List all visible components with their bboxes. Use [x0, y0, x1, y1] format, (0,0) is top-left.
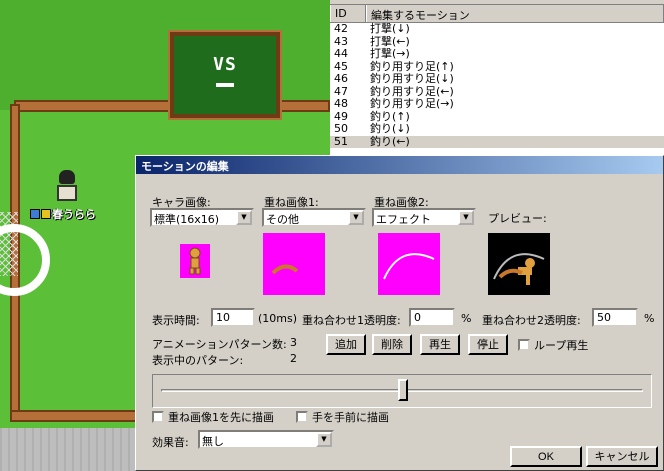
chara-image-select[interactable]: 標準(16x16) ▼	[150, 208, 254, 227]
combined-sprite-icon	[493, 253, 545, 285]
overlay1-preview	[263, 233, 325, 295]
overlay1-alpha-input[interactable]: 0	[409, 308, 455, 327]
swing-effect-icon	[383, 253, 435, 280]
sound-select[interactable]: 無し ▼	[198, 430, 334, 449]
player-head	[59, 170, 75, 184]
display-time-unit: (10ms)	[258, 312, 298, 325]
motion-id: 46	[334, 72, 348, 85]
overlay2-alpha-input[interactable]: 50	[592, 308, 638, 327]
dialog-title[interactable]: モーションの編集	[136, 156, 663, 174]
motion-list-row[interactable]: 46 釣り用すり足(↓)	[330, 73, 664, 86]
preview-label: プレビュー:	[488, 212, 547, 225]
overlay2-preview	[378, 233, 440, 295]
column-header-id[interactable]: ID	[330, 5, 366, 22]
grass-field	[0, 0, 330, 110]
motion-name: 打撃(→)	[370, 47, 410, 60]
ok-button[interactable]: OK	[510, 446, 582, 467]
pattern-count-label: アニメーションパターン数:	[152, 338, 287, 351]
overlay2-alpha-label: 重ね合わせ2透明度:	[482, 314, 581, 327]
center-circle	[0, 224, 50, 296]
motion-name: 釣り(↑)	[370, 109, 410, 123]
chevron-down-icon[interactable]: ▼	[458, 210, 474, 225]
overlay1-select[interactable]: その他 ▼	[262, 208, 366, 227]
scoreboard-dash	[216, 83, 234, 87]
fence-horizontal-right	[278, 100, 330, 112]
scoreboard: VS	[168, 30, 282, 120]
shield-icon	[41, 209, 51, 219]
motion-name: 釣り(↓)	[370, 122, 410, 135]
motion-name: 打撃(↓)	[370, 22, 410, 35]
combined-preview	[488, 233, 550, 295]
motion-list-row[interactable]: 42 打撃(↓)	[330, 23, 664, 36]
motion-list-rows: 42 打撃(↓) 43 打撃(←) 44 打撃(→) 45 釣り用すり足(↑) 46 釣り用すり足…	[330, 23, 664, 148]
motion-list[interactable]: ID 編集するモーション 42 打撃(↓) 43 打撃(←) 44 打撃(→) 45 釣り用す…	[330, 4, 664, 162]
bat-sprite-icon	[271, 264, 299, 275]
motion-name: 釣り用すり足(↓)	[370, 72, 454, 85]
chevron-down-icon[interactable]: ▼	[348, 210, 364, 225]
motion-id: 42	[334, 22, 348, 35]
team-icon	[30, 209, 40, 219]
overlay2-alpha-percent: %	[644, 312, 655, 325]
sound-label: 効果音:	[152, 436, 189, 449]
loop-play-label: ループ再生	[534, 339, 589, 352]
motion-list-header: ID 編集するモーション	[330, 5, 664, 23]
motion-list-row[interactable]: 51 釣り(←)	[330, 134, 664, 148]
cancel-button[interactable]: キャンセル	[586, 446, 658, 467]
motion-edit-dialog: モーションの編集 キャラ画像: 標準(16x16) ▼ 重ね画像1: その他 ▼…	[135, 155, 664, 471]
chevron-down-icon[interactable]: ▼	[316, 432, 332, 447]
motion-list-row[interactable]: 50 釣り(↓)	[330, 123, 664, 136]
player-nameplate: 春うらら	[30, 206, 96, 222]
motion-name: 釣り用すり足(→)	[370, 97, 454, 110]
hand-front-box[interactable]	[296, 411, 308, 423]
hand-front-checkbox[interactable]: 手を手前に描画	[296, 409, 389, 425]
stop-button[interactable]: 停止	[468, 334, 508, 355]
add-button[interactable]: 追加	[326, 334, 366, 355]
pattern-slider[interactable]	[152, 374, 652, 408]
motion-id: 51	[334, 134, 348, 148]
overlay2-select[interactable]: エフェクト ▼	[372, 208, 476, 227]
motion-id: 44	[334, 47, 348, 60]
chara-image-preview	[180, 244, 210, 278]
sound-value: 無し	[202, 435, 224, 448]
pattern-count-value: 3	[290, 336, 297, 349]
fence-horizontal	[14, 100, 174, 112]
display-time-label: 表示時間:	[152, 314, 200, 327]
player-name: 春うらら	[52, 208, 96, 221]
draw-overlay1-first-label: 重ね画像1を先に描画	[168, 411, 274, 424]
overlay1-alpha-label: 重ね合わせ1透明度:	[302, 314, 401, 327]
current-pattern-label: 表示中のパターン:	[152, 354, 244, 367]
motion-name: 釣り(←)	[370, 134, 410, 148]
scoreboard-text: VS	[213, 54, 237, 75]
overlay1-alpha-percent: %	[461, 312, 472, 325]
draw-overlay1-first-checkbox[interactable]: 重ね画像1を先に描画	[152, 409, 274, 425]
draw-overlay1-first-box[interactable]	[152, 411, 164, 423]
motion-list-row[interactable]: 48 釣り用すり足(→)	[330, 98, 664, 111]
column-header-name[interactable]: 編集するモーション	[366, 5, 664, 22]
chevron-down-icon[interactable]: ▼	[236, 210, 252, 225]
slider-thumb[interactable]	[398, 379, 408, 401]
current-pattern-value: 2	[290, 352, 297, 365]
motion-list-row[interactable]: 44 打撃(→)	[330, 48, 664, 61]
hand-front-label: 手を手前に描画	[312, 411, 389, 424]
loop-play-checkbox[interactable]: ループ再生	[518, 337, 588, 353]
player-body	[57, 185, 77, 201]
loop-play-checkbox-box[interactable]	[518, 339, 530, 351]
character-sprite-icon	[189, 247, 201, 275]
player-character	[56, 170, 78, 204]
motion-id: 50	[334, 122, 348, 135]
display-time-input[interactable]: 10	[211, 308, 255, 327]
delete-button[interactable]: 削除	[372, 334, 412, 355]
play-button[interactable]: 再生	[420, 334, 460, 355]
motion-name: 打撃(←)	[370, 34, 410, 48]
motion-id: 48	[334, 97, 348, 110]
